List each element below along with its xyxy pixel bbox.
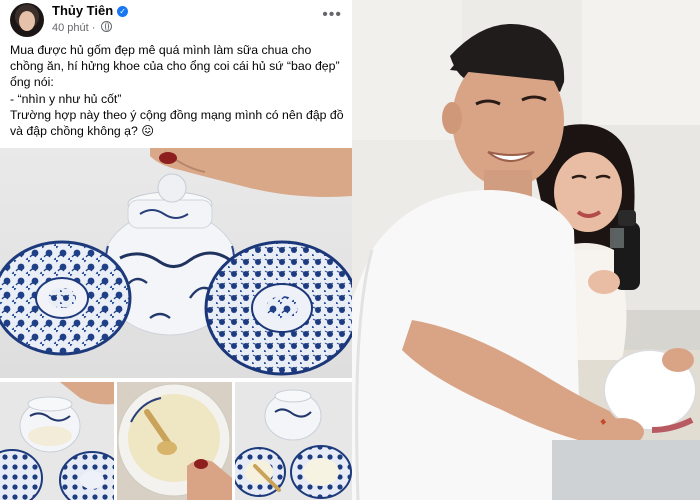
post-photo-thumbnail[interactable] — [235, 382, 352, 500]
post-photo-main[interactable] — [0, 148, 352, 378]
post-header: Thủy Tiên ✓ 40 phút · ••• — [0, 0, 352, 40]
yogurt-jar-illustration — [117, 382, 232, 500]
post-photo-thumbnail[interactable] — [117, 382, 232, 500]
jar-and-bowls-illustration — [0, 382, 114, 500]
post-text-line: Mua được hủ gốm đẹp mê quá mình làm sữa … — [10, 43, 312, 57]
post-meta: 40 phút · — [52, 21, 113, 34]
yogurt-served-illustration — [235, 389, 352, 499]
post-text-line: ổng nói: — [10, 75, 54, 90]
porcelain-set-illustration — [0, 148, 352, 376]
more-options-button[interactable]: ••• — [322, 6, 342, 24]
post-text-line: chồng ăn, hí hửng khoe của cho ổng coi c… — [10, 59, 340, 74]
post-photo-thumbnail[interactable] — [0, 382, 114, 500]
avatar[interactable] — [10, 3, 44, 37]
post-text-line: Trường hợp này theo ý cộng đồng mạng mìn… — [10, 107, 344, 122]
author-name-label[interactable]: Thủy Tiên — [52, 3, 113, 18]
post-text-line: - “nhìn y như hủ cốt” — [10, 91, 122, 106]
post-text: Mua được hủ gốm đẹp mê quá mình làm sữa … — [10, 42, 344, 139]
post-time[interactable]: 40 phút — [52, 22, 89, 34]
author-name[interactable]: Thủy Tiên ✓ — [52, 3, 129, 18]
couple-photo[interactable] — [352, 0, 700, 500]
verified-badge-icon: ✓ — [117, 6, 129, 17]
globe-icon — [101, 21, 113, 32]
couple-kitchen-illustration — [352, 0, 700, 500]
facebook-post: Thủy Tiên ✓ 40 phút · ••• Mua được hủ gốm… — [0, 0, 352, 500]
post-text-line: và đập chồng không ạ? 😖 — [10, 124, 155, 139]
